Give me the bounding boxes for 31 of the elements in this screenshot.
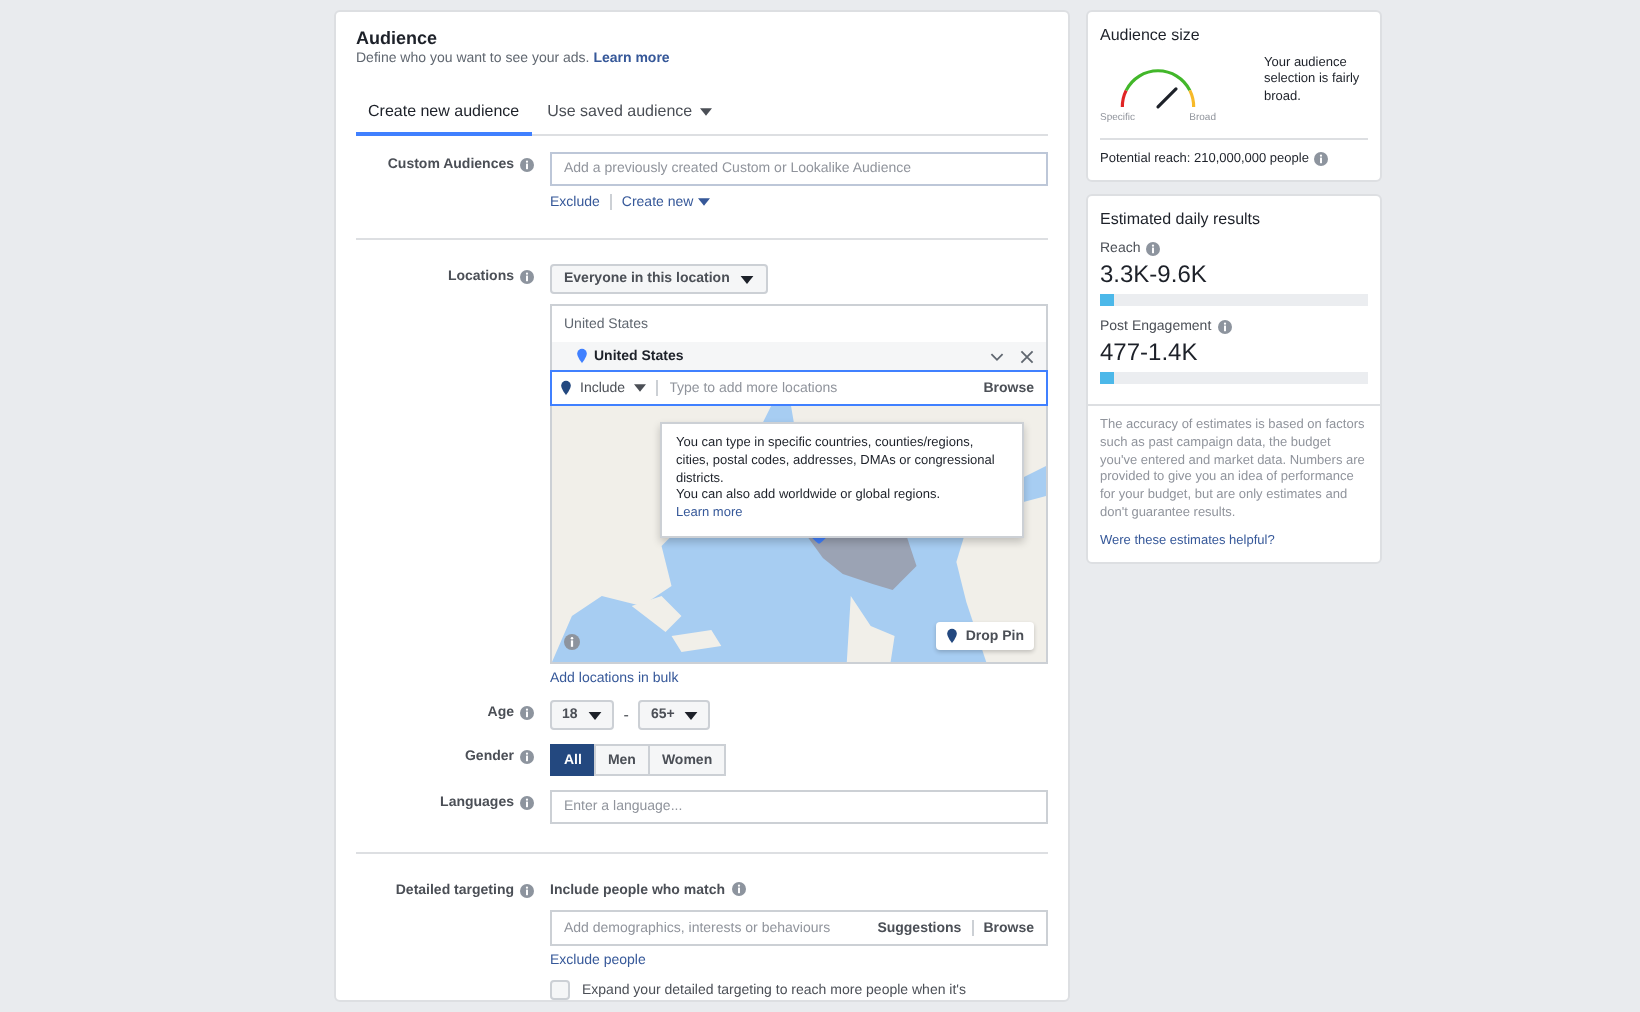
- caret-icon: [633, 384, 646, 392]
- info-icon: [520, 158, 534, 172]
- caret-icon: [700, 107, 713, 115]
- pin-icon: [560, 380, 572, 396]
- pin-icon: [576, 348, 588, 364]
- card-title: Audience size: [1100, 26, 1202, 44]
- pin-icon: [945, 628, 958, 644]
- chevron-down-icon[interactable]: [990, 349, 1004, 363]
- audience-tab[interactable]: Create new audience: [356, 102, 532, 136]
- info-icon: [520, 796, 534, 810]
- caret-icon: [684, 711, 699, 719]
- info-icon: [731, 881, 746, 895]
- checkbox[interactable]: [550, 980, 570, 1000]
- info-icon: [1217, 320, 1232, 334]
- card-title: Estimated daily results: [1100, 210, 1263, 228]
- metric-value: 3.3K-9.6K: [1100, 260, 1209, 288]
- caret-icon: [697, 198, 710, 206]
- info-icon: [520, 750, 534, 764]
- range-separator: -: [623, 706, 629, 724]
- section-title: Audience: [356, 28, 440, 48]
- info-icon: [520, 706, 534, 720]
- close-icon[interactable]: [1020, 349, 1034, 363]
- caret-icon: [739, 275, 754, 283]
- info-icon[interactable]: [564, 634, 580, 650]
- info-icon: [520, 270, 534, 284]
- info-icon: [1146, 242, 1161, 256]
- info-icon: [520, 884, 534, 898]
- metric-value: 477-1.4K: [1100, 338, 1200, 366]
- info-icon: [1314, 152, 1329, 166]
- audience-tab[interactable]: Use saved audience: [535, 102, 725, 136]
- caret-icon: [587, 711, 602, 719]
